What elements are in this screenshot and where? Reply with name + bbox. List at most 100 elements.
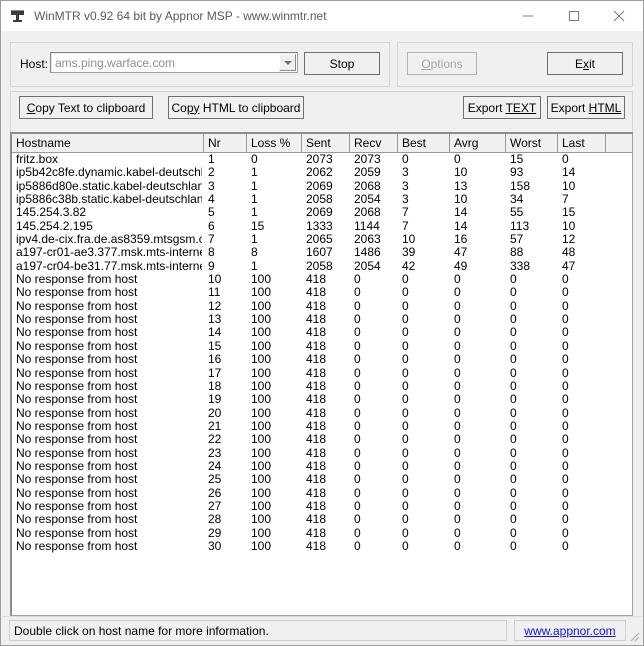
cell-avrg: 47 <box>454 246 468 260</box>
cell-best: 0 <box>402 313 409 327</box>
column-header-sent[interactable]: Sent <box>302 134 350 152</box>
cell-recv: 0 <box>354 286 361 300</box>
export-text-button[interactable]: Export TEXT <box>463 96 541 119</box>
cell-last: 0 <box>562 299 569 313</box>
table-row[interactable]: No response from host 26 100 418 0 0 0 0 0 <box>12 487 632 500</box>
maximize-icon[interactable] <box>551 1 596 30</box>
cell-hostname: No response from host <box>16 539 138 553</box>
cell-sent: 418 <box>306 326 327 340</box>
title-bar[interactable]: WinMTR v0.92 64 bit by Appnor MSP - www.… <box>1 1 643 31</box>
cell-avrg: 0 <box>454 299 461 313</box>
cell-sent: 1607 <box>306 246 333 260</box>
table-row[interactable]: No response from host 19 100 418 0 0 0 0 0 <box>12 393 632 406</box>
cell-nr: 24 <box>208 459 222 473</box>
table-row[interactable]: No response from host 11 100 418 0 0 0 0 0 <box>12 286 632 299</box>
export-html-button[interactable]: Export HTML <box>547 96 625 119</box>
table-row[interactable]: 145.254.2.195 6 15 1333 1144 7 14 113 10 <box>12 220 632 233</box>
cell-hostname: No response from host <box>16 339 138 353</box>
resize-grip-icon[interactable] <box>628 630 640 642</box>
table-row[interactable]: No response from host 10 100 418 0 0 0 0 0 <box>12 273 632 286</box>
table-row[interactable]: No response from host 21 100 418 0 0 0 0 0 <box>12 420 632 433</box>
table-row[interactable]: 145.254.3.82 5 1 2069 2068 7 14 55 15 <box>12 206 632 219</box>
close-icon[interactable] <box>596 1 641 30</box>
cell-loss: 100 <box>251 286 272 300</box>
cell-worst: 0 <box>510 299 517 313</box>
table-row[interactable]: ip5886d80e.static.kabel-deutschland... 3 1… <box>12 180 632 193</box>
column-header-avrg[interactable]: Avrg <box>450 134 506 152</box>
cell-last: 0 <box>562 353 569 367</box>
cell-loss: 100 <box>251 366 272 380</box>
table-row[interactable]: No response from host 29 100 418 0 0 0 0 0 <box>12 527 632 540</box>
cell-recv: 0 <box>354 473 361 487</box>
stop-button[interactable]: Stop <box>304 52 380 75</box>
table-row[interactable]: No response from host 24 100 418 0 0 0 0 0 <box>12 460 632 473</box>
table-row[interactable]: ip5886c38b.static.kabel-deutschland... 4 1… <box>12 193 632 206</box>
exit-button[interactable]: Exit <box>547 52 623 75</box>
table-row[interactable]: a197-cr04-be31.77.msk.mts-internet.... 9 1… <box>12 260 632 273</box>
table-row[interactable]: No response from host 16 100 418 0 0 0 0 0 <box>12 353 632 366</box>
cell-nr: 8 <box>208 246 215 260</box>
cell-loss: 1 <box>251 166 258 180</box>
copy-html-button[interactable]: Copy HTML to clipboard <box>168 96 304 119</box>
table-row[interactable]: fritz.box 1 0 2073 2073 0 0 15 0 <box>12 153 632 166</box>
table-row[interactable]: No response from host 17 100 418 0 0 0 0 0 <box>12 367 632 380</box>
chevron-down-icon[interactable] <box>279 54 296 71</box>
table-row[interactable]: No response from host 12 100 418 0 0 0 0 0 <box>12 300 632 313</box>
cell-hostname: ip5b42c8fe.dynamic.kabel-deutschla... <box>16 166 202 180</box>
column-header-worst[interactable]: Worst <box>506 134 558 152</box>
column-header-hostname[interactable]: Hostname <box>12 134 204 152</box>
table-row[interactable]: No response from host 18 100 418 0 0 0 0 0 <box>12 380 632 393</box>
table-row[interactable]: No response from host 25 100 418 0 0 0 0 0 <box>12 473 632 486</box>
table-row[interactable]: ipv4.de-cix.fra.de.as8359.mtsgsm.com 7 1 20… <box>12 233 632 246</box>
table-row[interactable]: ip5b42c8fe.dynamic.kabel-deutschla... 2 1 2… <box>12 166 632 179</box>
table-row[interactable]: No response from host 20 100 418 0 0 0 0 0 <box>12 407 632 420</box>
cell-best: 3 <box>402 166 409 180</box>
cell-last: 0 <box>562 473 569 487</box>
status-message: Double click on host name for more infor… <box>9 620 507 641</box>
column-header-best[interactable]: Best <box>398 134 450 152</box>
column-header-filler[interactable] <box>606 134 632 152</box>
cell-best: 0 <box>402 513 409 527</box>
cell-recv: 0 <box>354 446 361 460</box>
table-body: fritz.box 1 0 2073 2073 0 0 15 0 ip5b42c8fe.dynam… <box>12 153 632 553</box>
cell-best: 0 <box>402 379 409 393</box>
cell-recv: 0 <box>354 299 361 313</box>
cell-nr: 17 <box>208 366 222 380</box>
cell-avrg: 13 <box>454 179 468 193</box>
table-row[interactable]: No response from host 15 100 418 0 0 0 0 0 <box>12 340 632 353</box>
copy-text-button[interactable]: Copy Text to clipboard <box>19 96 153 119</box>
minimize-icon[interactable] <box>505 1 550 30</box>
cell-nr: 23 <box>208 446 222 460</box>
table-row[interactable]: No response from host 22 100 418 0 0 0 0 0 <box>12 433 632 446</box>
cell-best: 0 <box>402 459 409 473</box>
cell-loss: 100 <box>251 433 272 447</box>
column-header-loss[interactable]: Loss % <box>247 134 302 152</box>
cell-best: 0 <box>402 446 409 460</box>
cell-best: 0 <box>402 273 409 287</box>
table-row[interactable]: No response from host 14 100 418 0 0 0 0 0 <box>12 326 632 339</box>
column-header-last[interactable]: Last <box>558 134 606 152</box>
table-row[interactable]: No response from host 27 100 418 0 0 0 0 0 <box>12 500 632 513</box>
options-button[interactable]: Options <box>407 52 477 75</box>
cell-worst: 0 <box>510 326 517 340</box>
column-header-nr[interactable]: Nr <box>204 134 247 152</box>
table-row[interactable]: No response from host 13 100 418 0 0 0 0 0 <box>12 313 632 326</box>
cell-last: 12 <box>562 233 576 247</box>
appnor-link[interactable]: www.appnor.com <box>524 624 615 638</box>
cell-sent: 418 <box>306 513 327 527</box>
cell-recv: 0 <box>354 273 361 287</box>
host-input[interactable]: ams.ping.warface.com <box>50 52 298 73</box>
cell-recv: 0 <box>354 513 361 527</box>
table-row[interactable]: a197-cr01-ae3.377.msk.mts-internet....88… <box>12 246 632 259</box>
trace-table[interactable]: Hostname Nr Loss % Sent Recv Best Avrg Worst Las… <box>10 132 633 616</box>
table-row[interactable]: No response from host 30 100 418 0 0 0 0 0 <box>12 540 632 553</box>
table-row[interactable]: No response from host 28 100 418 0 0 0 0 0 <box>12 513 632 526</box>
column-header-recv[interactable]: Recv <box>350 134 398 152</box>
cell-hostname: No response from host <box>16 379 138 393</box>
cell-sent: 418 <box>306 539 327 553</box>
cell-nr: 25 <box>208 473 222 487</box>
status-link-pane[interactable]: www.appnor.com <box>514 620 626 641</box>
table-row[interactable]: No response from host 23 100 418 0 0 0 0 0 <box>12 447 632 460</box>
cell-worst: 0 <box>510 539 517 553</box>
cell-avrg: 49 <box>454 259 468 273</box>
